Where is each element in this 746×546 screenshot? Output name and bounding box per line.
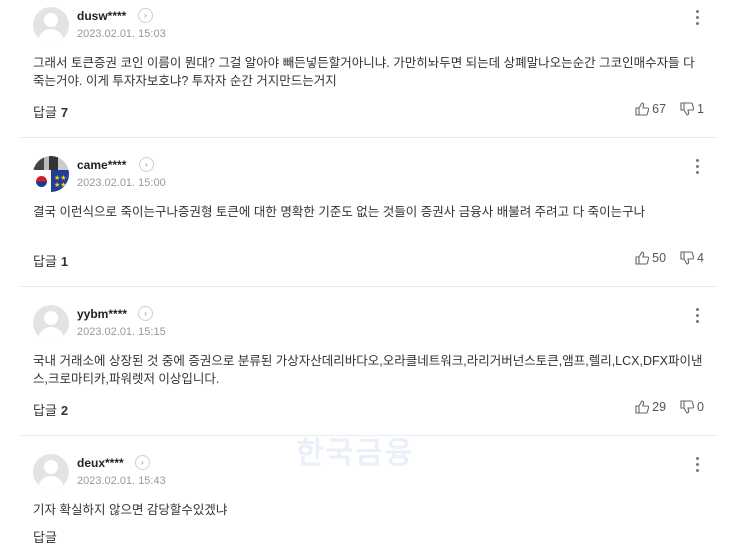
- comment-item: ★★ ★★ came**** › 2023.02.01. 15:00 결국 이런식…: [20, 149, 718, 287]
- comment-text: 결국 이런식으로 죽이는구나증권형 토큰에 대한 명확한 기준도 없는 것들이 …: [33, 205, 646, 219]
- comment-item: deux**** › 2023.02.01. 15:43 기자 확실하지 않으면…: [20, 447, 718, 545]
- dislike-count: 4: [697, 251, 704, 265]
- like-count: 67: [652, 102, 667, 116]
- comment-text: 그래서 토큰증권 코인 이름이 뭔대? 그걸 알아야 빼든넣든할거아니냐. 가만…: [33, 56, 695, 88]
- more-options-icon[interactable]: [696, 457, 700, 475]
- vote-group: 50 4: [621, 251, 704, 265]
- reply-label: 답글: [33, 403, 57, 418]
- reply-button[interactable]: 답글 1: [33, 251, 68, 270]
- dislike-button[interactable]: 4: [680, 251, 704, 265]
- reply-count: 1: [60, 254, 69, 269]
- reply-label: 답글: [33, 530, 57, 545]
- vote-group: 67 1: [621, 102, 704, 116]
- comment-text: 국내 거래소에 상장된 것 중에 증권으로 분류된 가상자산데리바다오,오라클네…: [33, 354, 703, 386]
- reply-count: 2: [60, 403, 69, 418]
- reply-count: 7: [60, 105, 69, 120]
- like-button[interactable]: 50: [635, 251, 666, 265]
- reply-label: 답글: [33, 254, 57, 269]
- timestamp: 2023.02.01. 15:00: [77, 177, 166, 189]
- dislike-button[interactable]: 1: [680, 102, 704, 116]
- thumbs-up-icon: [635, 400, 650, 414]
- timestamp: 2023.02.01. 15:15: [77, 326, 166, 338]
- reply-button[interactable]: 답글: [33, 527, 57, 546]
- dislike-count: 1: [697, 102, 704, 116]
- avatar[interactable]: [33, 305, 69, 341]
- comment-item: dusw**** › 2023.02.01. 15:03 그래서 토큰증권 코인…: [20, 0, 718, 138]
- username[interactable]: came****: [77, 158, 126, 172]
- dislike-button[interactable]: 0: [680, 400, 704, 414]
- like-count: 29: [652, 400, 667, 414]
- more-options-icon[interactable]: [696, 10, 700, 28]
- profile-chevron-icon[interactable]: ›: [138, 8, 153, 23]
- avatar[interactable]: [33, 7, 69, 43]
- more-options-icon[interactable]: [696, 159, 700, 177]
- profile-chevron-icon[interactable]: ›: [135, 455, 150, 470]
- profile-chevron-icon[interactable]: ›: [139, 157, 154, 172]
- profile-chevron-icon[interactable]: ›: [138, 306, 153, 321]
- reply-button[interactable]: 답글 2: [33, 400, 68, 419]
- vote-group: 29 0: [621, 400, 704, 414]
- like-button[interactable]: 29: [635, 400, 666, 414]
- avatar[interactable]: [33, 454, 69, 490]
- thumbs-down-icon: [680, 400, 695, 414]
- username[interactable]: dusw****: [77, 9, 126, 23]
- timestamp: 2023.02.01. 15:03: [77, 28, 166, 40]
- username[interactable]: deux****: [77, 456, 124, 470]
- like-button[interactable]: 67: [635, 102, 666, 116]
- username[interactable]: yybm****: [77, 307, 127, 321]
- avatar[interactable]: ★★ ★★: [33, 156, 69, 192]
- dislike-count: 0: [697, 400, 704, 414]
- comment-item: yybm**** › 2023.02.01. 15:15 국내 거래소에 상장된…: [20, 298, 718, 436]
- thumbs-up-icon: [635, 102, 650, 116]
- reply-label: 답글: [33, 105, 57, 120]
- more-options-icon[interactable]: [696, 308, 700, 326]
- like-count: 50: [652, 251, 667, 265]
- timestamp: 2023.02.01. 15:43: [77, 475, 166, 487]
- thumbs-down-icon: [680, 251, 695, 265]
- comment-text: 기자 확실하지 않으면 감당할수있겠냐: [33, 503, 228, 517]
- thumbs-up-icon: [635, 251, 650, 265]
- thumbs-down-icon: [680, 102, 695, 116]
- reply-button[interactable]: 답글 7: [33, 102, 68, 121]
